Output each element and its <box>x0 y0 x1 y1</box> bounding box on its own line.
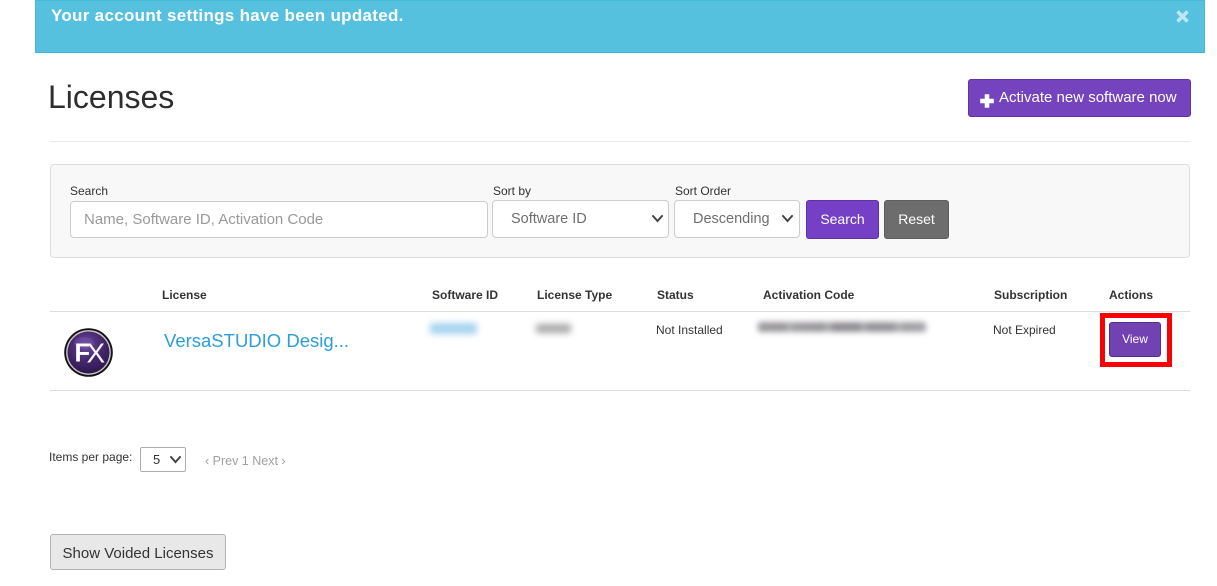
svg-text:X: X <box>87 338 106 369</box>
